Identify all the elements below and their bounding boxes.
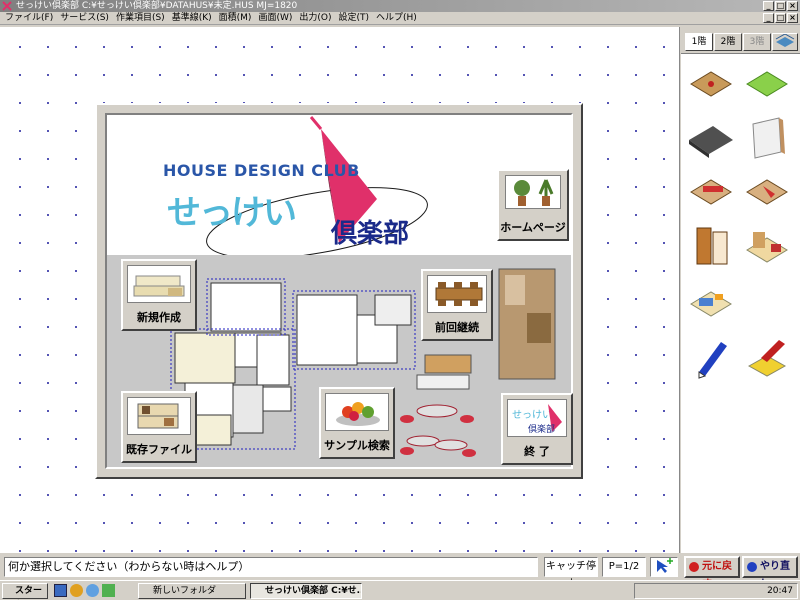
quick-launch xyxy=(54,584,115,597)
task-new-folder-label: 新しいフォルダ xyxy=(153,586,217,596)
doc-minimize-button[interactable]: _ xyxy=(763,13,774,23)
open-existing-button[interactable]: 既存ファイル xyxy=(121,391,197,463)
menu-output[interactable]: 出力(O) xyxy=(298,12,337,24)
tab-floor-1[interactable]: 1階 xyxy=(685,33,713,51)
menu-settings[interactable]: 設定(T) xyxy=(337,12,375,24)
doc-restore-button[interactable]: □ xyxy=(775,13,786,23)
app-icon xyxy=(2,1,12,11)
media-icon[interactable] xyxy=(86,584,99,597)
select-tool-button[interactable] xyxy=(650,557,678,577)
open-existing-label: 既存ファイル xyxy=(126,443,192,456)
drawing-canvas[interactable]: HOUSE DESIGN CLUB せっけい 倶楽部 ホームページ 新規作成 前… xyxy=(0,27,680,553)
tool-palette: 1階 2階 3階 xyxy=(681,27,800,553)
menu-service[interactable]: サービス(S) xyxy=(59,12,115,24)
pen-tool-icon[interactable] xyxy=(685,332,737,382)
menu-help[interactable]: ヘルプ(H) xyxy=(375,12,423,24)
browser-icon[interactable] xyxy=(70,584,83,597)
start-dialog-panel: HOUSE DESIGN CLUB せっけい 倶楽部 ホームページ 新規作成 前… xyxy=(105,113,573,469)
wall-tool-icon[interactable] xyxy=(741,114,793,164)
resume-button[interactable]: 前回継続 xyxy=(421,269,493,341)
roof-tool-icon[interactable] xyxy=(685,114,737,164)
layout-toggle-button[interactable] xyxy=(772,33,798,51)
new-project-label: 新規作成 xyxy=(137,311,181,324)
tool-grid xyxy=(681,53,800,553)
floor-area-tool-icon[interactable] xyxy=(741,60,793,110)
logo-club-kanji: 倶楽部 xyxy=(331,219,410,249)
start-label: スタート xyxy=(15,586,43,596)
start-button[interactable]: スタート xyxy=(2,583,48,599)
redo-icon xyxy=(747,562,757,572)
close-button[interactable]: × xyxy=(787,1,798,11)
redo-button[interactable]: やり直し xyxy=(742,556,798,590)
living-room-icon[interactable] xyxy=(685,276,737,326)
menu-work-items[interactable]: 作業項目(S) xyxy=(115,12,171,24)
snap-status[interactable]: キャッチ停止 xyxy=(544,557,598,590)
layers-icon xyxy=(775,33,795,47)
taskbar: スタート 新しいフォルダ せっけい倶楽部 C:¥せ... 20:47 xyxy=(0,580,800,600)
task-sekkei-club[interactable]: せっけい倶楽部 C:¥せ... xyxy=(250,583,362,599)
homepage-label: ホームページ xyxy=(500,221,566,234)
menu-view[interactable]: 画面(W) xyxy=(257,12,298,24)
clock[interactable]: 20:47 xyxy=(767,586,793,596)
new-project-button[interactable]: 新規作成 xyxy=(121,259,197,331)
homepage-button[interactable]: ホームページ xyxy=(497,169,569,241)
menu-file[interactable]: ファイル(F) xyxy=(4,12,59,24)
room-tool-icon[interactable] xyxy=(685,60,737,110)
furniture-room-icon[interactable] xyxy=(741,222,793,272)
window-title: せっけい倶楽部 C:¥せっけい倶楽部¥DATAHUS¥未定.HUS MJ=182… xyxy=(16,1,298,11)
door-tool-icon[interactable] xyxy=(685,222,737,272)
menu-bar: ファイル(F) サービス(S) 作業項目(S) 基準線(K) 面積(M) 画面(… xyxy=(0,12,800,25)
desktop-icon[interactable] xyxy=(54,584,67,597)
start-dialog: HOUSE DESIGN CLUB せっけい 倶楽部 ホームページ 新規作成 前… xyxy=(95,103,583,479)
cursor-icon xyxy=(657,558,673,573)
exit-label: 終 了 xyxy=(524,445,550,458)
task-new-folder[interactable]: 新しいフォルダ xyxy=(138,583,246,599)
undo-button[interactable]: 元に戻す xyxy=(684,556,740,590)
stairs-tool-icon[interactable] xyxy=(741,168,793,218)
eraser-tool-icon[interactable] xyxy=(741,332,793,382)
app-launch-icon[interactable] xyxy=(102,584,115,597)
status-bar: 何か選択してください（わからない時はヘルプ） キャッチ停止 P=1/2 元に戻す… xyxy=(0,554,800,590)
logo-house-design-club: HOUSE DESIGN CLUB xyxy=(163,161,360,180)
svg-text:せっけい: せっけい xyxy=(512,409,552,421)
logo-sekkei: せっけい xyxy=(167,193,297,233)
fruit-bowl-icon xyxy=(325,393,389,431)
plants-icon xyxy=(505,175,561,209)
sample-search-label: サンプル検索 xyxy=(324,439,390,452)
floor-tabs: 1階 2階 3階 xyxy=(685,33,798,51)
svg-text:倶楽部: 倶楽部 xyxy=(528,423,555,435)
task-sekkei-club-label: せっけい倶楽部 C:¥せ... xyxy=(265,586,362,596)
partition-tool-icon[interactable] xyxy=(685,168,737,218)
club-logo-icon: せっけい倶楽部 xyxy=(507,399,567,437)
resume-label: 前回継続 xyxy=(435,321,479,334)
prompt-message: 何か選択してください（わからない時はヘルプ） xyxy=(4,557,538,577)
sofa-icon xyxy=(127,265,191,303)
dining-table-icon xyxy=(427,275,487,313)
undo-icon xyxy=(689,562,699,572)
minimize-button[interactable]: _ xyxy=(763,1,774,11)
sample-search-button[interactable]: サンプル検索 xyxy=(319,387,395,459)
doc-close-button[interactable]: × xyxy=(787,13,798,23)
tab-floor-3[interactable]: 3階 xyxy=(743,33,771,51)
tab-floor-2[interactable]: 2階 xyxy=(714,33,742,51)
page-indicator: P=1/2 xyxy=(602,557,646,577)
exit-button[interactable]: せっけい倶楽部 終 了 xyxy=(501,393,573,465)
system-tray: 20:47 xyxy=(634,583,798,599)
maximize-button[interactable]: □ xyxy=(775,1,786,11)
menu-baseline[interactable]: 基準線(K) xyxy=(171,12,218,24)
title-bar: せっけい倶楽部 C:¥せっけい倶楽部¥DATAHUS¥未定.HUS MJ=182… xyxy=(0,0,800,12)
shelf-icon xyxy=(127,397,191,435)
menu-area[interactable]: 面積(M) xyxy=(218,12,258,24)
